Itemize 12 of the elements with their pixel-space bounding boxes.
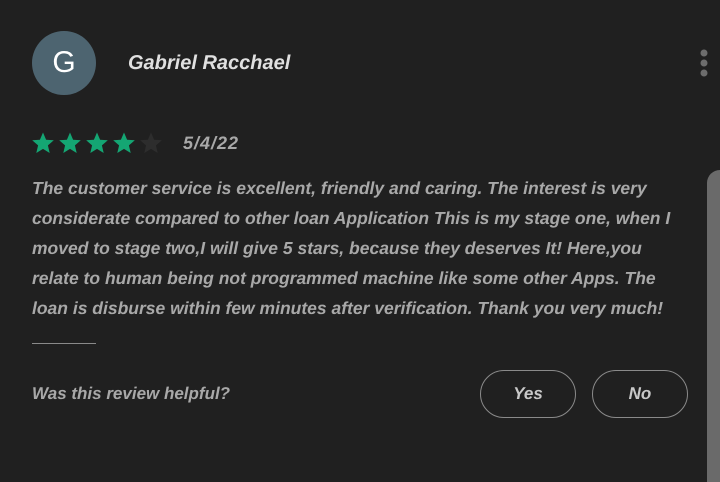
answer-button[interactable]: No (592, 370, 688, 418)
more-icon[interactable] (700, 49, 708, 77)
star-icon (58, 131, 82, 155)
review-text: The customer service is excellent, friendly and caring. The interest is very considerate compared to other loan Application This is my stage one, when I moved to stage two,I will give 5 stars, because they deserves It! Here,you relate to human being not programmed machine like some other Apps. The loan is disburse within few minutes after verification. Thank you very much! (32, 177, 672, 320)
review-date: 5/4/22 (183, 132, 240, 154)
helpful-question: Was this review helpful? (32, 384, 230, 404)
avatar: G (32, 31, 96, 95)
star-icon (85, 131, 109, 155)
author-name: Gabriel Racchael (128, 52, 292, 74)
star-icon (31, 131, 55, 155)
star-icon (112, 131, 136, 155)
answer-button[interactable]: Yes (480, 370, 576, 418)
